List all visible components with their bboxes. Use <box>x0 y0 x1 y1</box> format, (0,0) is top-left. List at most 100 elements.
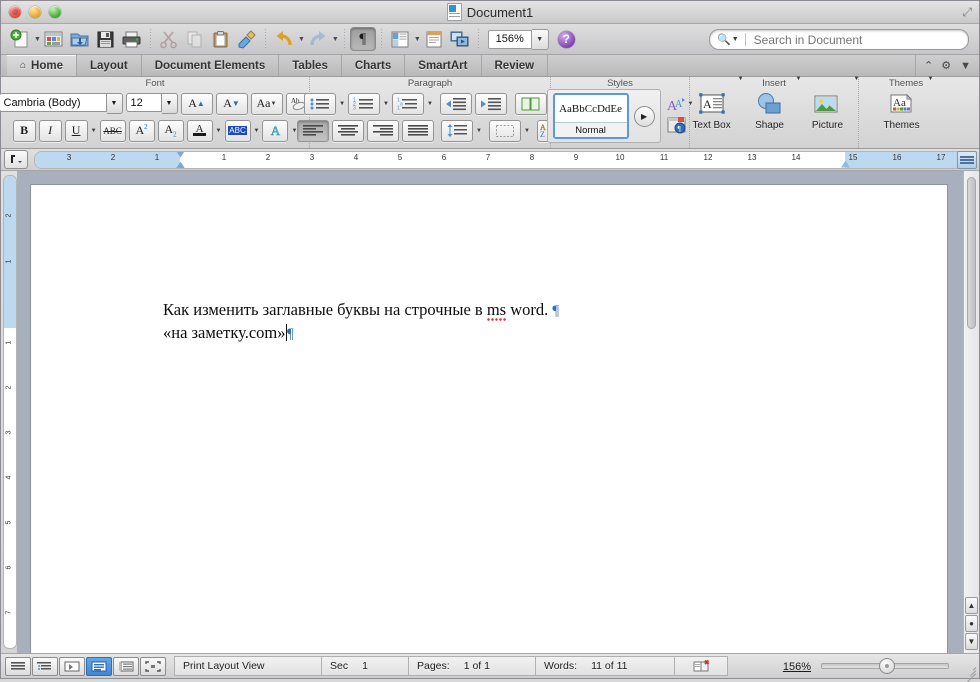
numbering-arrow[interactable]: ▼ <box>383 101 389 107</box>
publishing-view-button[interactable] <box>59 656 85 676</box>
media-browser-button[interactable] <box>447 26 473 52</box>
font-name-combo[interactable]: Cambria (Body) ▼ <box>0 93 123 114</box>
style-normal[interactable]: AaBbCcDdEe Normal <box>552 93 629 139</box>
focus-view-button[interactable] <box>140 656 166 676</box>
font-size-arrow[interactable]: ▼ <box>161 93 178 114</box>
vertical-ruler[interactable]: 2 1 1 2 3 4 5 6 7 8 <box>1 171 17 653</box>
themes-button[interactable]: Aa Themes <box>879 90 925 131</box>
zoom-control[interactable]: 156% ▼ <box>487 28 549 50</box>
resize-grip[interactable] <box>963 662 977 682</box>
font-color-button[interactable]: A <box>186 119 213 142</box>
picture-button[interactable]: Picture <box>804 90 850 131</box>
vertical-scrollbar[interactable]: ▲ ● ▼ <box>963 171 979 653</box>
open-button[interactable] <box>67 26 93 52</box>
multilevel-list-icon[interactable]: 1 a 1 <box>392 92 424 115</box>
line-spacing-icon[interactable] <box>441 119 474 142</box>
align-right-icon[interactable] <box>367 119 400 142</box>
ruler-toggle-icon[interactable] <box>957 151 977 169</box>
cut-button[interactable] <box>156 26 182 52</box>
new-document-arrow[interactable]: ▼ <box>34 36 41 43</box>
document-canvas[interactable]: Как изменить заглавные буквы на строчные… <box>17 171 963 653</box>
underline-button[interactable]: U <box>64 119 88 142</box>
save-button[interactable] <box>93 26 119 52</box>
draft-view-button[interactable] <box>5 656 31 676</box>
text-box-arrow[interactable]: ▼ <box>738 76 744 82</box>
copy-button[interactable] <box>182 26 208 52</box>
highlight-arrow[interactable]: ▼ <box>254 128 260 134</box>
gear-arrow[interactable]: ▼ <box>960 60 971 72</box>
shrink-font-button[interactable]: A ▼ <box>215 92 248 115</box>
decrease-indent-icon[interactable] <box>439 92 472 115</box>
chevron-up-icon[interactable]: ⌃ <box>924 59 933 72</box>
font-color-arrow[interactable]: ▼ <box>216 128 222 134</box>
font-name-value[interactable]: Cambria (Body) <box>0 93 107 112</box>
show-formatting-button[interactable]: ¶ <box>349 27 376 51</box>
zoom-value[interactable]: 156% <box>487 29 532 49</box>
strikethrough-button[interactable]: ABC <box>99 119 126 142</box>
zoom-button[interactable] <box>49 6 61 18</box>
tab-tables[interactable]: Tables <box>279 55 342 76</box>
highlight-button[interactable]: ABC <box>224 119 251 142</box>
search-options-arrow[interactable]: ▼ <box>732 36 739 43</box>
document-text[interactable]: Как изменить заглавные буквы на строчные… <box>163 299 907 345</box>
align-center-icon[interactable] <box>332 119 365 142</box>
zoom-slider[interactable] <box>821 658 949 674</box>
change-case-button[interactable]: Aa ▼ <box>250 92 283 115</box>
numbered-list-icon[interactable]: 1 2 3 <box>348 92 381 115</box>
scrollbar-thumb[interactable] <box>967 177 976 329</box>
superscript-button[interactable]: A2 <box>128 119 155 142</box>
sidebar-arrow[interactable]: ▼ <box>414 36 421 43</box>
grow-font-button[interactable]: A ▲ <box>180 92 213 115</box>
minimize-button[interactable] <box>29 6 41 18</box>
fullscreen-icon[interactable]: ⤢ <box>962 5 972 20</box>
sidebar-button[interactable] <box>387 26 413 52</box>
print-layout-view-button[interactable] <box>86 656 112 676</box>
paste-button[interactable] <box>208 26 234 52</box>
zoom-dropdown-arrow[interactable]: ▼ <box>531 28 549 50</box>
increase-indent-icon[interactable] <box>474 92 507 115</box>
subscript-button[interactable]: A2 <box>157 119 184 142</box>
redo-button[interactable] <box>305 26 331 52</box>
styles-gallery[interactable]: AaBbCcDdEe Normal ▶ <box>546 89 661 143</box>
zoom-slider-thumb[interactable] <box>879 658 895 674</box>
bold-button[interactable]: B <box>12 119 36 142</box>
select-browse-object-button[interactable]: ● <box>965 615 978 632</box>
tab-smartart[interactable]: SmartArt <box>405 55 482 76</box>
gallery-button[interactable] <box>41 26 67 52</box>
undo-button[interactable] <box>271 26 297 52</box>
document-page[interactable]: Как изменить заглавные буквы на строчные… <box>31 185 947 653</box>
search-input[interactable] <box>751 31 956 48</box>
tab-charts[interactable]: Charts <box>342 55 406 76</box>
align-left-icon[interactable] <box>297 119 330 142</box>
redo-arrow[interactable]: ▼ <box>332 36 339 43</box>
gear-icon[interactable]: ⚙ <box>941 59 951 72</box>
search-field[interactable]: 🔍 ▼ <box>709 29 969 50</box>
font-name-arrow[interactable]: ▼ <box>106 93 123 114</box>
font-size-value[interactable]: 12 <box>125 93 162 112</box>
text-box-button[interactable]: A Text Box <box>689 90 735 131</box>
font-size-combo[interactable]: 12 ▼ <box>125 93 178 114</box>
spelling-check-button[interactable] <box>674 656 728 676</box>
outline-view-button[interactable] <box>32 656 58 676</box>
line-spacing-arrow[interactable]: ▼ <box>476 128 482 134</box>
tab-document-elements[interactable]: Document Elements <box>142 55 280 76</box>
tab-review[interactable]: Review <box>482 55 549 76</box>
print-button[interactable] <box>119 26 145 52</box>
tab-home[interactable]: ⌂ Home <box>7 55 77 76</box>
align-justify-icon[interactable] <box>402 119 435 142</box>
bulleted-list-icon[interactable] <box>304 92 337 115</box>
new-document-button[interactable] <box>7 26 33 52</box>
previous-page-button[interactable]: ▲ <box>965 597 978 614</box>
text-effects-button[interactable]: A <box>262 119 289 142</box>
underline-arrow[interactable]: ▼ <box>91 128 97 134</box>
themes-arrow[interactable]: ▼ <box>928 76 934 82</box>
play-arrow-icon[interactable]: ▶ <box>633 105 655 127</box>
shape-button[interactable]: Shape <box>747 90 793 131</box>
borders-icon[interactable] <box>489 119 521 142</box>
next-page-button[interactable]: ▼ <box>965 633 978 650</box>
tab-stop-icon[interactable] <box>4 150 28 169</box>
notebook-view-button[interactable] <box>113 656 139 676</box>
columns-icon[interactable] <box>514 92 547 115</box>
tab-layout[interactable]: Layout <box>77 55 142 76</box>
notebook-layout-button[interactable] <box>421 26 447 52</box>
